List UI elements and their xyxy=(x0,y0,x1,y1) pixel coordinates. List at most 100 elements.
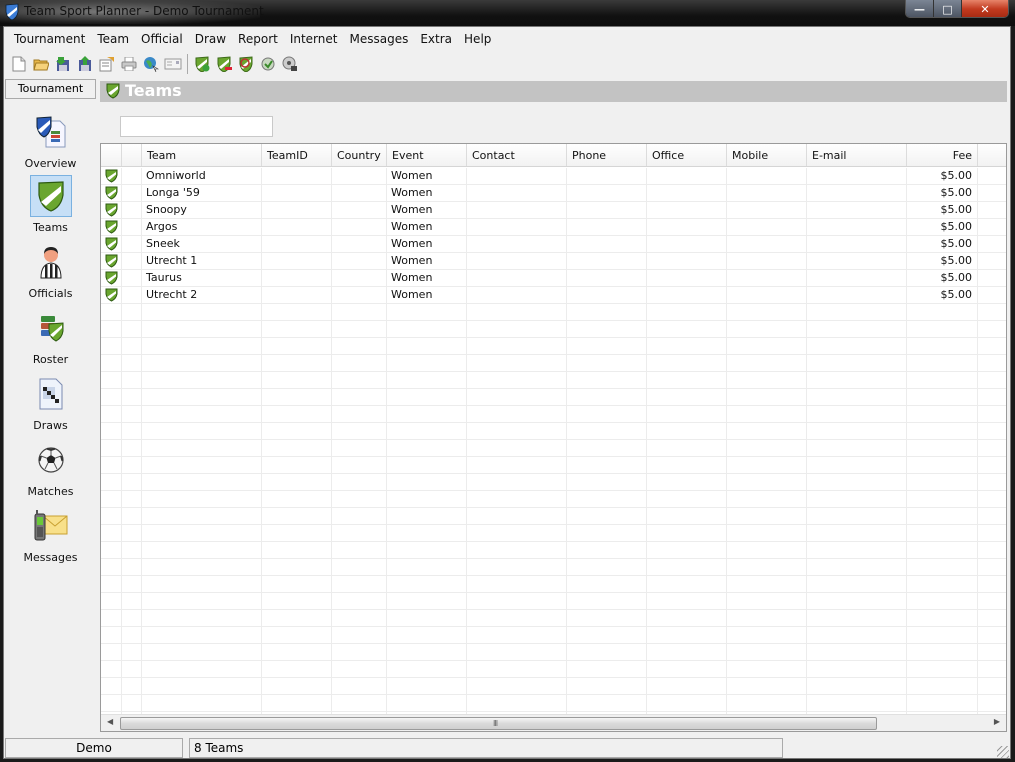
cell-fee[interactable]: $5.00 xyxy=(941,203,973,216)
horizontal-scrollbar[interactable]: ◀ III ▶ xyxy=(101,714,1006,731)
cell-fee[interactable]: $5.00 xyxy=(941,169,973,182)
cell-event[interactable]: Women xyxy=(391,254,432,267)
cell-fee[interactable]: $5.00 xyxy=(941,237,973,250)
maximize-icon: □ xyxy=(942,2,953,16)
header-phone[interactable]: Phone xyxy=(567,144,647,166)
empty-row xyxy=(101,321,1006,338)
table-row[interactable]: Longa '59 Women $5.00 xyxy=(101,185,1006,202)
cell-fee[interactable]: $5.00 xyxy=(941,254,973,267)
header-mobile[interactable]: Mobile xyxy=(727,144,807,166)
table-row[interactable]: Snoopy Women $5.00 xyxy=(101,202,1006,219)
cell-team[interactable]: Sneek xyxy=(146,237,180,250)
scroll-left-icon[interactable]: ◀ xyxy=(107,717,113,726)
scroll-right-icon[interactable]: ▶ xyxy=(994,717,1000,726)
empty-row xyxy=(101,593,1006,610)
cell-event[interactable]: Women xyxy=(391,186,432,199)
team-shield-icon xyxy=(105,220,118,234)
cell-fee[interactable]: $5.00 xyxy=(941,186,973,199)
empty-row xyxy=(101,678,1006,695)
menu-report[interactable]: Report xyxy=(232,30,284,48)
cell-team[interactable]: Utrecht 2 xyxy=(146,288,197,301)
remove-team-icon xyxy=(217,56,232,72)
sidebar-item-teams[interactable]: Teams xyxy=(5,175,96,234)
print-button[interactable] xyxy=(118,54,140,74)
menu-extra[interactable]: Extra xyxy=(414,30,458,48)
team-report-button[interactable] xyxy=(279,54,301,74)
maximize-button[interactable]: □ xyxy=(934,0,962,17)
sidebar-item-officials[interactable]: Officials xyxy=(5,241,96,300)
new-button[interactable] xyxy=(8,54,30,74)
cell-team[interactable]: Omniworld xyxy=(146,169,206,182)
cell-event[interactable]: Women xyxy=(391,220,432,233)
menu-messages[interactable]: Messages xyxy=(343,30,414,48)
resize-grip[interactable] xyxy=(997,746,1009,758)
menu-internet[interactable]: Internet xyxy=(284,30,344,48)
header-country[interactable]: Country xyxy=(332,144,387,166)
minimize-button[interactable]: — xyxy=(906,0,934,17)
grid-line xyxy=(261,168,262,714)
table-row[interactable]: Taurus Women $5.00 xyxy=(101,270,1006,287)
table-row[interactable]: Utrecht 2 Women $5.00 xyxy=(101,287,1006,304)
header-contact[interactable]: Contact xyxy=(467,144,567,166)
properties-button[interactable] xyxy=(96,54,118,74)
cell-fee[interactable]: $5.00 xyxy=(941,271,973,284)
header-office[interactable]: Office xyxy=(647,144,727,166)
menu-tournament[interactable]: Tournament xyxy=(8,30,91,48)
table-row[interactable]: Utrecht 1 Women $5.00 xyxy=(101,253,1006,270)
header-email[interactable]: E-mail xyxy=(807,144,907,166)
empty-row xyxy=(101,542,1006,559)
remove-team-button[interactable] xyxy=(213,54,235,74)
header-event[interactable]: Event xyxy=(387,144,467,166)
cell-team[interactable]: Argos xyxy=(146,220,177,233)
save-as-button[interactable] xyxy=(74,54,96,74)
sidebar-label-messages: Messages xyxy=(23,551,78,564)
cell-team[interactable]: Snoopy xyxy=(146,203,187,216)
cell-event[interactable]: Women xyxy=(391,288,432,301)
grid-line xyxy=(331,168,332,714)
team-refresh-icon xyxy=(261,57,275,71)
menu-official[interactable]: Official xyxy=(135,30,189,48)
cell-fee[interactable]: $5.00 xyxy=(941,288,973,301)
cell-team[interactable]: Taurus xyxy=(146,271,182,284)
cell-team[interactable]: Utrecht 1 xyxy=(146,254,197,267)
cell-team[interactable]: Longa '59 xyxy=(146,186,200,199)
filter-input[interactable] xyxy=(120,116,273,137)
grid-line xyxy=(906,168,907,714)
header-fee[interactable]: Fee xyxy=(907,144,978,166)
sidebar-item-messages[interactable]: Messages xyxy=(5,505,96,564)
edit-team-button[interactable] xyxy=(235,54,257,74)
cell-event[interactable]: Women xyxy=(391,169,432,182)
save-button[interactable] xyxy=(52,54,74,74)
header-team[interactable]: Team xyxy=(142,144,262,166)
menu-help[interactable]: Help xyxy=(458,30,497,48)
cell-event[interactable]: Women xyxy=(391,237,432,250)
open-folder-icon xyxy=(33,59,49,71)
empty-row xyxy=(101,372,1006,389)
team-refresh-button[interactable] xyxy=(257,54,279,74)
table-row[interactable]: Sneek Women $5.00 xyxy=(101,236,1006,253)
sidebar-item-matches[interactable]: Matches xyxy=(5,439,96,498)
sidebar-item-roster[interactable]: Roster xyxy=(5,307,96,366)
header-teamid[interactable]: TeamID xyxy=(262,144,332,166)
empty-row xyxy=(101,508,1006,525)
cell-fee[interactable]: $5.00 xyxy=(941,220,973,233)
cell-event[interactable]: Women xyxy=(391,271,432,284)
email-button[interactable] xyxy=(162,54,184,74)
sidebar-item-overview[interactable]: Overview xyxy=(5,111,96,170)
add-team-button[interactable] xyxy=(191,54,213,74)
menu-team[interactable]: Team xyxy=(91,30,135,48)
open-button[interactable] xyxy=(30,54,52,74)
scroll-thumb[interactable]: III xyxy=(120,717,877,730)
empty-row xyxy=(101,610,1006,627)
web-publish-button[interactable] xyxy=(140,54,162,74)
table-row[interactable]: Argos Women $5.00 xyxy=(101,219,1006,236)
cell-event[interactable]: Women xyxy=(391,203,432,216)
phone-mail-icon xyxy=(34,510,67,541)
sidebar-header[interactable]: Tournament xyxy=(5,79,96,99)
title-bar: Team Sport Planner - Demo Tournament — □… xyxy=(0,0,1015,26)
close-button[interactable]: ✕ xyxy=(962,0,1008,17)
menu-draw[interactable]: Draw xyxy=(189,30,232,48)
sidebar-item-draws[interactable]: Draws xyxy=(5,373,96,432)
empty-row xyxy=(101,338,1006,355)
table-row[interactable]: Omniworld Women $5.00 xyxy=(101,168,1006,185)
